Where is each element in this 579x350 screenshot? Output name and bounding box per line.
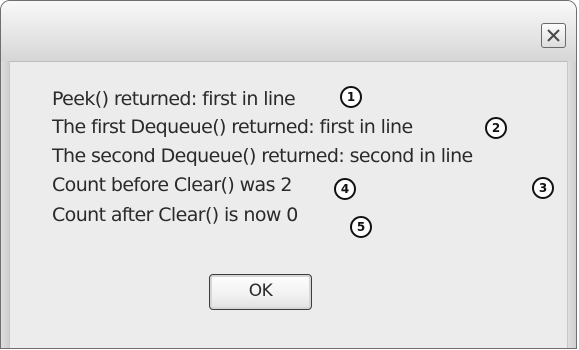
title-bar[interactable] — [1, 1, 576, 62]
message-line-count-after: Count after Clear() is now 0 — [52, 204, 298, 226]
callout-4: 4 — [334, 178, 356, 200]
callout-2: 2 — [485, 117, 507, 139]
message-line-first-dequeue: The first Dequeue() returned: first in l… — [52, 116, 413, 138]
close-icon — [547, 29, 560, 42]
window-frame-left — [1, 61, 10, 348]
message-line-second-dequeue: The second Dequeue() returned: second in… — [52, 145, 473, 167]
ok-button[interactable]: OK — [209, 274, 312, 310]
message-dialog: Peek() returned: first in line The first… — [0, 0, 577, 349]
message-line-count-before: Count before Clear() was 2 — [52, 174, 292, 196]
window-frame-right — [567, 61, 576, 348]
callout-3: 3 — [532, 177, 554, 199]
close-button[interactable] — [541, 23, 566, 48]
callout-5: 5 — [350, 216, 372, 238]
callout-1: 1 — [340, 86, 362, 108]
message-line-peek: Peek() returned: first in line — [52, 88, 296, 110]
dialog-content: Peek() returned: first in line The first… — [10, 62, 567, 348]
